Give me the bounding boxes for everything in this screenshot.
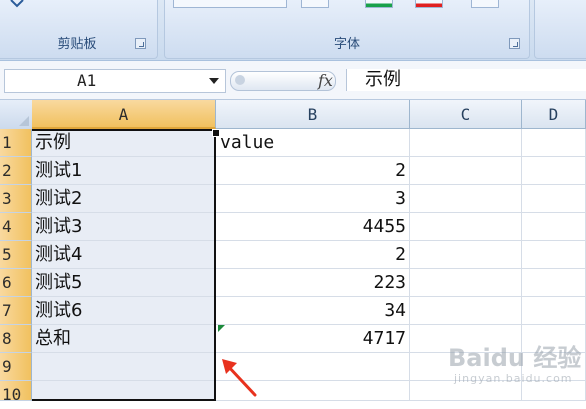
formula-input[interactable]: 示例 [346,69,586,91]
column-header-d[interactable]: D [522,100,586,129]
row-header[interactable]: 4 [0,213,32,241]
cell-c6[interactable] [410,269,522,297]
cell-a7[interactable]: 测试6 [32,297,216,325]
cell-a8[interactable]: 总和 [32,325,216,353]
clipboard-group-label: 剪贴板 [57,37,97,52]
font-color-button[interactable] [415,0,443,8]
row-header[interactable]: 10 [0,381,32,404]
cell-b6[interactable]: 223 [216,269,410,297]
cell-d4[interactable] [522,213,586,241]
name-box[interactable]: A1 [4,69,226,93]
row-header[interactable]: 3 [0,185,32,213]
cell-b1[interactable]: value [216,129,410,157]
red-annotation-arrow-icon [222,359,257,397]
error-indicator-icon[interactable] [218,325,225,332]
splitter-knob-icon [235,75,245,85]
cell-b8[interactable]: 4717 [216,325,410,353]
cell-c7[interactable] [410,297,522,325]
row-header[interactable]: 7 [0,297,32,325]
cell-b5[interactable]: 2 [216,241,410,269]
insert-function-button[interactable]: fx [318,71,333,90]
cell-d7[interactable] [522,297,586,325]
ribbon: 剪贴板 字体 [0,0,586,61]
cell-a3[interactable]: 测试2 [32,185,216,213]
cell-c3[interactable] [410,185,522,213]
row-header[interactable]: 9 [0,353,32,381]
cell-c2[interactable] [410,157,522,185]
cell-d5[interactable] [522,241,586,269]
cell-a1[interactable]: 示例 [32,129,216,157]
name-box-value: A1 [77,71,97,90]
selection-outline-top [32,129,216,131]
cell-a6[interactable]: 测试5 [32,269,216,297]
phonetic-button[interactable] [471,0,499,8]
fill-handle[interactable] [212,129,220,137]
fill-color-button[interactable] [365,0,393,8]
clipboard-group: 剪贴板 [0,0,158,59]
paste-arrow-icon[interactable] [9,0,25,8]
cell-b7[interactable]: 34 [216,297,410,325]
row-header[interactable]: 5 [0,241,32,269]
cell-a9[interactable] [32,353,216,381]
font-group-label: 字体 [333,37,360,52]
clipboard-dialog-launcher-icon[interactable] [135,38,146,49]
watermark-main: Baidu 经验 [448,344,582,372]
cell-c4[interactable] [410,213,522,241]
cell-a4[interactable]: 测试3 [32,213,216,241]
cell-d2[interactable] [522,157,586,185]
watermark-sub: jingyan.baidu.com [454,372,573,385]
row-header[interactable]: 1 [0,129,32,157]
column-header-b[interactable]: B [216,100,410,129]
row-header[interactable]: 6 [0,269,32,297]
underline-button[interactable] [301,0,329,8]
alignment-group-partial [534,0,586,59]
formula-bar: A1 fx 示例 [0,61,586,100]
row-header[interactable]: 2 [0,157,32,185]
cell-d3[interactable] [522,185,586,213]
cell-a2[interactable]: 测试1 [32,157,216,185]
cell-a5[interactable]: 测试4 [32,241,216,269]
font-dialog-launcher-icon[interactable] [509,38,520,49]
chevron-down-icon[interactable] [209,78,219,84]
column-header-a[interactable]: A [32,100,216,129]
cell-b3[interactable]: 3 [216,185,410,213]
cell-b4[interactable]: 4455 [216,213,410,241]
cell-d6[interactable] [522,269,586,297]
column-header-c[interactable]: C [410,100,522,129]
fx-icon: fx [318,71,333,90]
cell-b2[interactable]: 2 [216,157,410,185]
row-header[interactable]: 8 [0,325,32,353]
cell-c5[interactable] [410,241,522,269]
font-group: 字体 [164,0,530,59]
worksheet-grid: A B C D 1 示例 value 2 测试1 2 3 测试2 3 4 测试3… [0,100,586,404]
baidu-jingyan-watermark: Baidu 经验 jingyan.baidu.com [448,338,584,398]
select-all-button[interactable] [0,100,33,130]
cell-c1[interactable] [410,129,522,157]
cell-a10[interactable] [32,381,216,401]
font-name-box[interactable] [173,0,287,8]
cell-d1[interactable] [522,129,586,157]
